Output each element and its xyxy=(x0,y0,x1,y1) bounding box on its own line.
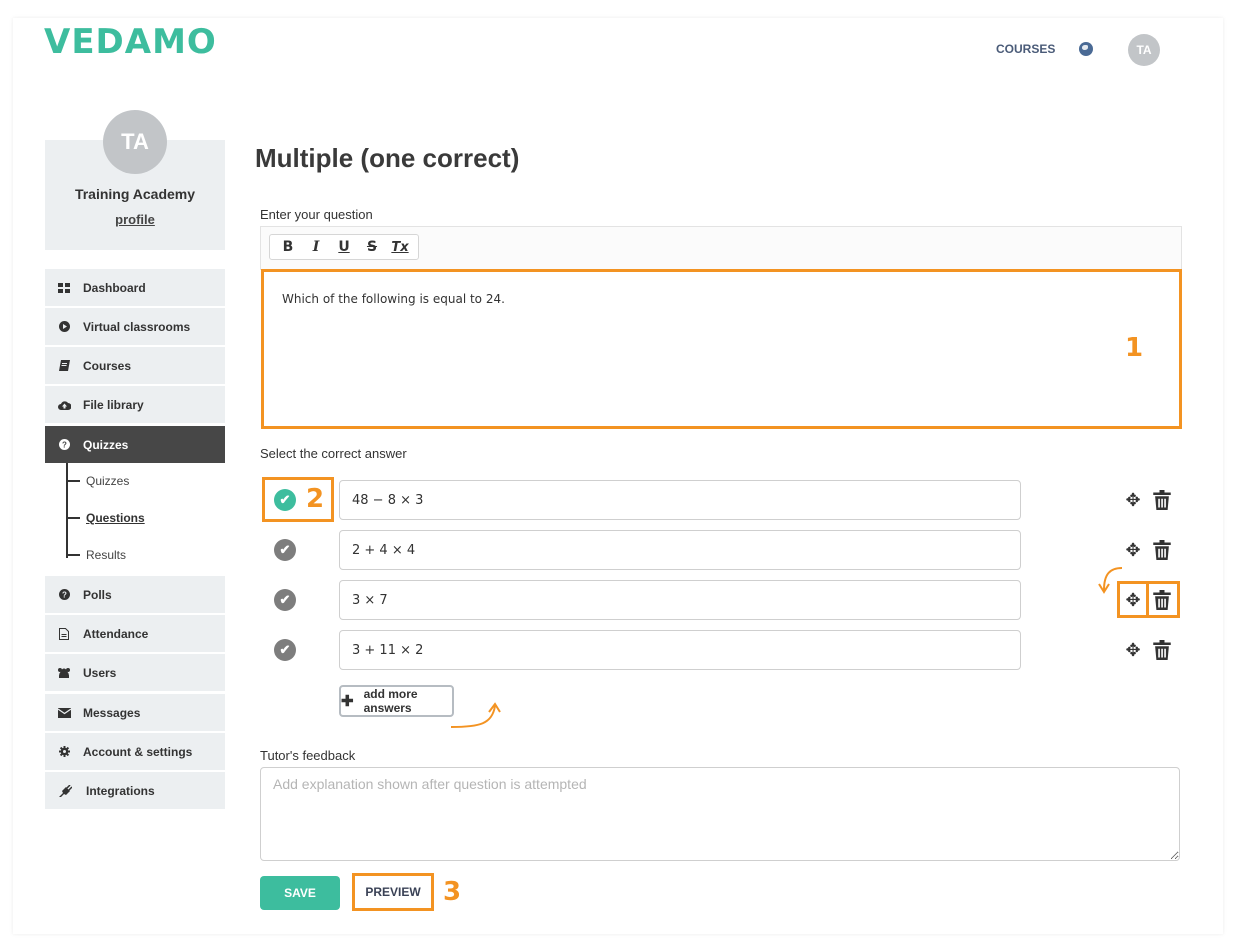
profile-name: Training Academy xyxy=(74,186,196,202)
formatting-toolbar: B I U S Tx xyxy=(269,234,419,260)
answer-row: ✔ ✥ xyxy=(260,630,1182,670)
sidebar-item-label: Integrations xyxy=(86,783,155,798)
envelope-icon xyxy=(45,707,83,718)
sidebar-item-users[interactable]: Users xyxy=(45,654,225,691)
sidebar-item-label: Quizzes xyxy=(83,437,129,452)
move-icon[interactable]: ✥ xyxy=(1123,540,1143,560)
user-avatar[interactable]: TA xyxy=(1128,34,1160,66)
gear-icon xyxy=(45,746,83,757)
plus-icon: ✚ xyxy=(341,693,354,710)
question-text: Which of the following is equal to 24. xyxy=(282,292,505,306)
trash-icon[interactable] xyxy=(1153,640,1171,660)
nav-courses-link[interactable]: COURSES xyxy=(996,42,1055,56)
question-label: Enter your question xyxy=(260,207,373,222)
play-icon xyxy=(45,321,83,332)
vedamo-logo[interactable]: VEDAMO xyxy=(44,22,217,62)
bold-button[interactable]: B xyxy=(274,239,302,255)
sidebar-item-label: File library xyxy=(83,397,144,412)
sidebar-item-label: Courses xyxy=(83,358,132,373)
sidebar-item-label: Dashboard xyxy=(83,280,146,295)
submenu-label: Quizzes xyxy=(86,474,130,488)
callout-box-delete xyxy=(1146,581,1180,618)
add-more-answers-label: add more answers xyxy=(363,687,418,715)
preview-button[interactable]: PREVIEW xyxy=(352,873,434,911)
curved-arrow-annotation xyxy=(1098,567,1123,594)
cloud-upload-icon xyxy=(45,400,83,410)
sidebar-item-label: Users xyxy=(83,665,117,680)
trash-icon[interactable] xyxy=(1153,490,1171,510)
answer-input[interactable] xyxy=(339,530,1021,570)
mark-correct-check-icon[interactable]: ✔ xyxy=(274,539,296,561)
question-editor[interactable]: Which of the following is equal to 24. xyxy=(261,269,1182,429)
strikethrough-button[interactable]: S xyxy=(358,239,386,255)
feedback-label: Tutor's feedback xyxy=(260,748,356,763)
svg-text:?: ? xyxy=(62,591,67,600)
sidebar-item-label: Virtual classrooms xyxy=(83,319,191,334)
move-icon[interactable]: ✥ xyxy=(1123,640,1143,660)
svg-text:?: ? xyxy=(62,441,67,450)
answer-input[interactable] xyxy=(339,480,1021,520)
callout-3: 3 xyxy=(443,877,462,907)
save-button[interactable]: SAVE xyxy=(260,876,340,910)
answer-row: ✔ ✥ xyxy=(260,530,1182,570)
sidebar-item-quizzes[interactable]: ? Quizzes xyxy=(45,426,225,463)
sidebar-item-account-settings[interactable]: Account & settings xyxy=(45,733,225,770)
submenu-item-results[interactable]: Results xyxy=(66,548,126,562)
sidebar-item-file-library[interactable]: File library xyxy=(45,386,225,423)
users-icon xyxy=(45,667,83,678)
profile-avatar: TA xyxy=(103,110,167,174)
page-title: Multiple (one correct) xyxy=(255,143,520,173)
sidebar-item-label: Attendance xyxy=(83,626,149,641)
submenu-label: Questions xyxy=(86,511,145,525)
sidebar-item-attendance[interactable]: Attendance xyxy=(45,615,225,652)
book-icon xyxy=(45,360,83,371)
sidebar-item-messages[interactable]: Messages xyxy=(45,694,225,731)
tutor-feedback-textarea[interactable] xyxy=(260,767,1180,861)
sidebar-item-label: Polls xyxy=(83,587,112,602)
sidebar-item-dashboard[interactable]: Dashboard xyxy=(45,269,225,306)
sidebar-item-virtual-classrooms[interactable]: Virtual classrooms xyxy=(45,308,225,345)
mark-correct-check-icon[interactable]: ✔ xyxy=(274,589,296,611)
trash-icon[interactable] xyxy=(1153,540,1171,560)
italic-button[interactable]: I xyxy=(302,239,330,255)
question-icon: ? xyxy=(45,589,83,600)
clear-format-button[interactable]: Tx xyxy=(386,240,414,255)
answer-row: ✔ ✥ xyxy=(260,480,1182,520)
submenu-label: Results xyxy=(86,548,127,562)
callout-2: 2 xyxy=(306,484,325,514)
sidebar-item-label: Account & settings xyxy=(83,744,193,759)
move-icon[interactable]: ✥ xyxy=(1123,490,1143,510)
submenu-item-quizzes[interactable]: Quizzes xyxy=(66,474,129,488)
underline-button[interactable]: U xyxy=(330,239,358,255)
sidebar-item-integrations[interactable]: Integrations xyxy=(45,772,225,809)
callout-1: 1 xyxy=(1125,333,1144,363)
mark-correct-check-icon[interactable]: ✔ xyxy=(274,639,296,661)
plug-icon xyxy=(45,784,86,797)
curved-arrow-annotation xyxy=(450,702,501,728)
globe-icon[interactable] xyxy=(1079,42,1093,56)
question-icon: ? xyxy=(45,439,83,450)
sidebar-item-label: Messages xyxy=(83,705,141,720)
profile-link[interactable]: profile xyxy=(45,212,225,227)
answer-input[interactable] xyxy=(339,630,1021,670)
answers-label: Select the correct answer xyxy=(260,446,407,461)
answer-input[interactable] xyxy=(339,580,1021,620)
document-icon xyxy=(45,627,83,640)
submenu-item-questions[interactable]: Questions xyxy=(66,511,145,525)
answer-row: ✔ ✥ xyxy=(260,580,1182,620)
add-more-answers-button[interactable]: ✚ add more answers xyxy=(339,685,454,717)
sidebar-item-polls[interactable]: ? Polls xyxy=(45,576,225,613)
sidebar-item-courses[interactable]: Courses xyxy=(45,347,225,384)
grid-icon xyxy=(45,282,83,293)
